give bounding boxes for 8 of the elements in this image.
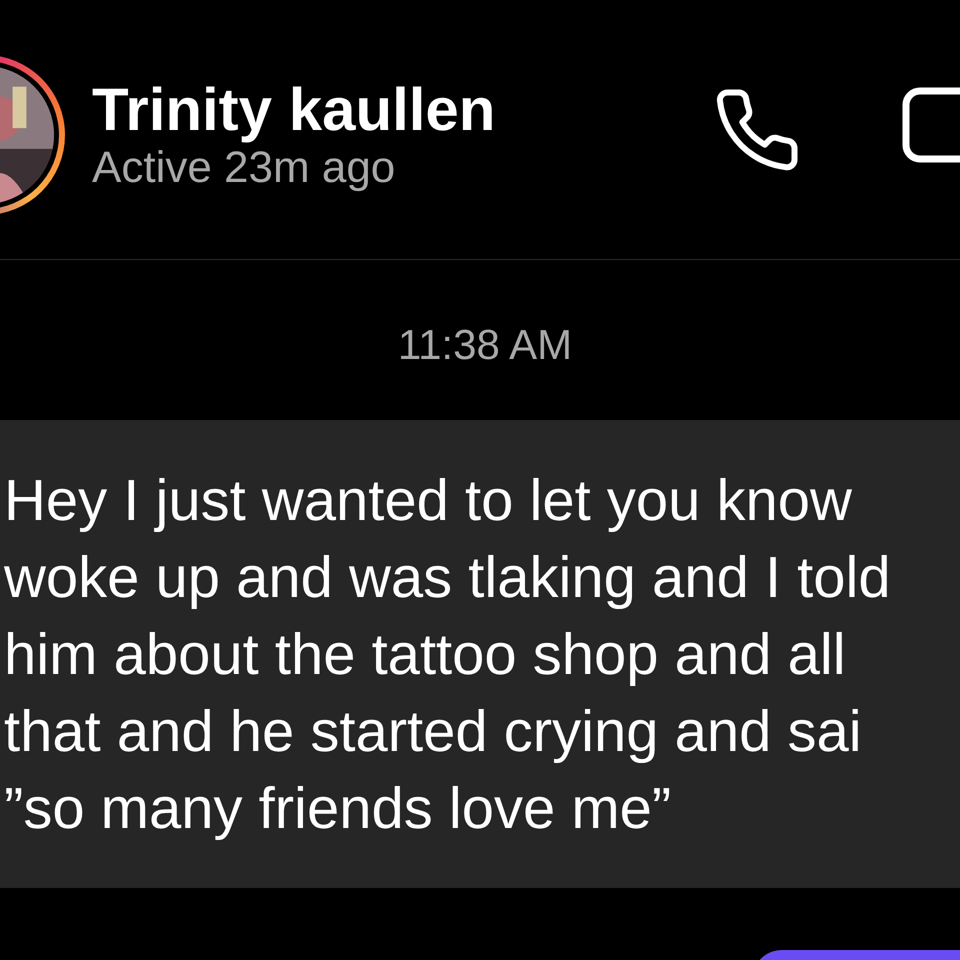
message-text: woke up and was tlaking and I told	[4, 544, 892, 612]
message-text: ”so many friends love me”	[4, 775, 672, 843]
message-timestamp: 11:38 AM	[398, 320, 572, 370]
message-text: Hey I just wanted to let you know	[4, 467, 853, 535]
contact-name: Trinity kaullen	[92, 76, 496, 142]
message-text: him about the tattoo shop and all	[4, 621, 847, 689]
message-text: that and he started crying and sai	[4, 698, 863, 766]
active-status: Active 23m ago	[92, 142, 396, 192]
